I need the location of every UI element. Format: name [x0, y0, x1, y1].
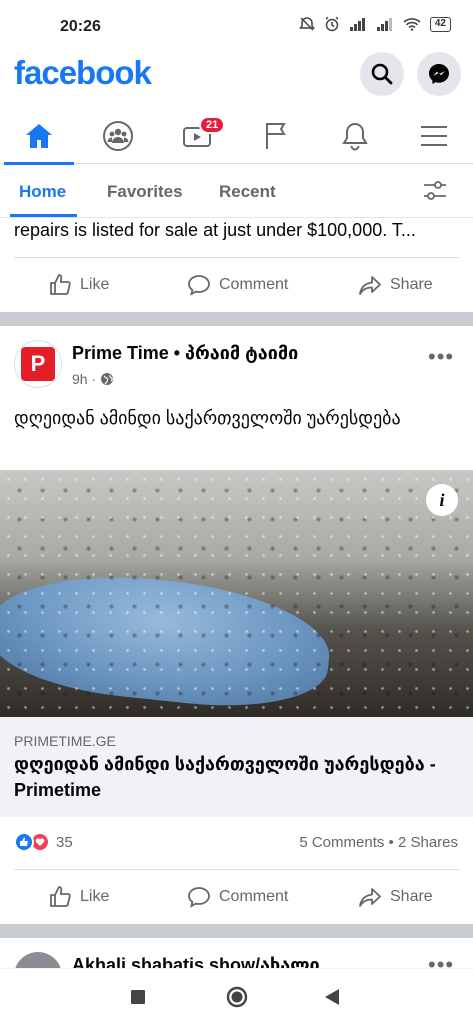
recent-apps-button[interactable] [130, 989, 146, 1010]
filter-sliders-icon [424, 181, 446, 200]
app-header: facebook [0, 52, 473, 100]
alarm-off-icon [298, 17, 315, 31]
like-button[interactable]: Like [48, 258, 109, 312]
signal-icon-2 [376, 18, 392, 31]
share-arrow-icon [359, 888, 381, 907]
flag-icon [266, 123, 286, 149]
like-thumb-icon [50, 886, 71, 907]
share-button[interactable]: Share [358, 258, 433, 312]
nav-watch[interactable]: 21 [158, 108, 236, 164]
post-more-options-icon[interactable]: ••• [428, 344, 454, 370]
globe-icon [101, 373, 114, 385]
post-separator [0, 312, 473, 326]
page-name[interactable]: Prime Time • პრაიმ ტაიმი [72, 343, 298, 364]
share-arrow-icon [359, 276, 381, 295]
status-bar: 20:26 42 [0, 0, 473, 48]
post-text: დღეიდან ამინდი საქართველოში უარესდება [14, 408, 401, 428]
comment-button[interactable]: Comment [187, 870, 288, 924]
like-thumb-icon [50, 274, 71, 295]
messenger-icon [429, 64, 449, 84]
facebook-logo[interactable]: facebook [14, 54, 152, 92]
comment-label: Comment [219, 888, 289, 905]
like-button[interactable]: Like [48, 870, 109, 924]
active-tab-indicator [10, 214, 77, 217]
tab-recent[interactable]: Recent [219, 182, 276, 202]
nav-home[interactable] [0, 108, 78, 165]
post-actions: Like Comment Share [0, 870, 473, 924]
feed-filter-button[interactable] [422, 178, 448, 209]
back-triangle-icon [325, 989, 339, 1005]
nav-notifications[interactable] [316, 108, 394, 164]
feed-tabs: Home Favorites Recent [0, 164, 473, 218]
back-button[interactable] [324, 988, 340, 1011]
reaction-count: 35 [56, 833, 73, 851]
post-separator [0, 924, 473, 938]
previous-post-text: repairs is listed for sale at just under… [14, 220, 416, 240]
ad-info-icon[interactable]: i [426, 484, 458, 516]
post-time: 9h · [72, 371, 114, 387]
share-label: Share [390, 276, 433, 293]
home-icon [26, 124, 52, 148]
messenger-button[interactable] [417, 52, 461, 96]
nav-groups[interactable] [79, 108, 157, 164]
share-button[interactable]: Share [358, 870, 433, 924]
like-label: Like [80, 888, 110, 905]
comment-label: Comment [219, 276, 289, 293]
bell-icon [342, 122, 368, 151]
prime-time-logo: P [21, 347, 55, 381]
signal-icon [349, 18, 365, 31]
link-title: დღეიდან ამინდი საქართველოში უარესდება - … [14, 754, 436, 800]
link-domain: PRIMETIME.GE [14, 733, 116, 749]
comments-shares-count[interactable]: 5 Comments • 2 Shares [299, 834, 458, 851]
nav-menu[interactable] [395, 108, 473, 164]
main-nav: 21 [0, 108, 473, 165]
square-icon [131, 990, 145, 1004]
alarm-icon [325, 16, 339, 32]
post-timestamp[interactable]: 9h · [72, 371, 96, 387]
android-navigation-bar [0, 968, 473, 1024]
search-button[interactable] [360, 52, 404, 96]
tab-favorites[interactable]: Favorites [107, 182, 183, 202]
wifi-icon [403, 18, 421, 31]
like-label: Like [80, 276, 110, 293]
groups-icon [103, 121, 133, 151]
circle-home-icon [226, 986, 248, 1008]
search-icon [371, 63, 393, 85]
comment-bubble-icon [188, 887, 210, 908]
comment-button[interactable]: Comment [187, 258, 288, 312]
nav-pages[interactable] [237, 108, 315, 164]
home-button[interactable] [226, 986, 248, 1013]
status-time: 20:26 [60, 18, 101, 35]
status-icons: 42 [298, 16, 451, 32]
raindrops-overlay [0, 470, 473, 717]
page-avatar[interactable]: P [14, 340, 62, 388]
hamburger-menu-icon [421, 126, 447, 146]
watch-notification-badge: 21 [199, 116, 226, 134]
battery-indicator: 42 [429, 16, 451, 32]
like-reaction-icon [14, 832, 34, 852]
post-image[interactable] [0, 470, 473, 717]
link-preview[interactable]: PRIMETIME.GE დღეიდან ამინდი საქართველოში… [0, 717, 473, 817]
comment-bubble-icon [188, 275, 210, 296]
tab-home[interactable]: Home [19, 182, 66, 202]
previous-post-actions: Like Comment Share [0, 258, 473, 312]
reaction-summary[interactable]: 35 [14, 832, 73, 852]
share-label: Share [390, 888, 433, 905]
